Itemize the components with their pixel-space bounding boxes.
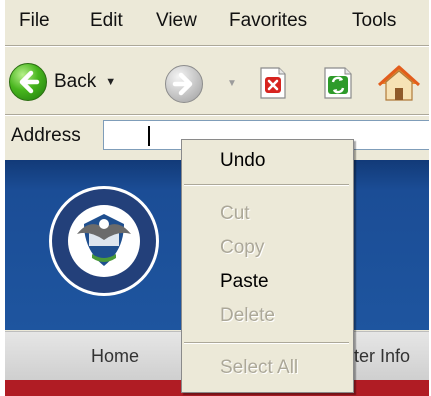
context-menu: Undo Cut Copy Paste Delete Select All bbox=[181, 139, 354, 393]
forward-arrow-icon[interactable] bbox=[165, 65, 203, 103]
text-caret bbox=[148, 126, 150, 146]
menubar-divider-highlight bbox=[5, 46, 429, 47]
dhs-seal-icon bbox=[47, 184, 161, 298]
menu-copy: Copy bbox=[220, 237, 265, 258]
back-arrow-icon bbox=[9, 63, 47, 101]
browser-window: File Edit View Favorites Tools Back ▼ ▼ bbox=[5, 0, 429, 396]
menu-undo[interactable]: Undo bbox=[182, 146, 353, 176]
nav-register-link[interactable]: ster Info bbox=[345, 346, 410, 367]
menu-select-all: Select All bbox=[220, 357, 299, 378]
menu-edit[interactable]: Edit bbox=[88, 10, 125, 32]
menu-separator bbox=[184, 342, 349, 344]
menu-separator bbox=[184, 184, 349, 186]
forward-dropdown-icon[interactable]: ▼ bbox=[227, 78, 237, 89]
menu-cut: Cut bbox=[220, 203, 250, 224]
menu-favorites[interactable]: Favorites bbox=[227, 10, 309, 32]
menu-file[interactable]: File bbox=[17, 10, 52, 32]
home-icon[interactable] bbox=[377, 62, 421, 104]
menu-delete: Delete bbox=[220, 305, 275, 326]
nav-home-link[interactable]: Home bbox=[91, 346, 139, 367]
back-button[interactable]: Back ▼ bbox=[9, 62, 116, 102]
menu-tools[interactable]: Tools bbox=[350, 10, 398, 32]
menu-bar: File Edit View Favorites Tools bbox=[5, 0, 429, 46]
address-label: Address bbox=[11, 125, 81, 146]
menu-view[interactable]: View bbox=[154, 10, 199, 32]
stop-icon[interactable] bbox=[259, 66, 287, 100]
refresh-icon[interactable] bbox=[323, 66, 353, 100]
menu-paste[interactable]: Paste bbox=[182, 267, 353, 297]
standard-toolbar: Back ▼ ▼ bbox=[5, 48, 429, 114]
back-label: Back bbox=[54, 71, 97, 92]
back-dropdown-icon[interactable]: ▼ bbox=[105, 76, 116, 88]
